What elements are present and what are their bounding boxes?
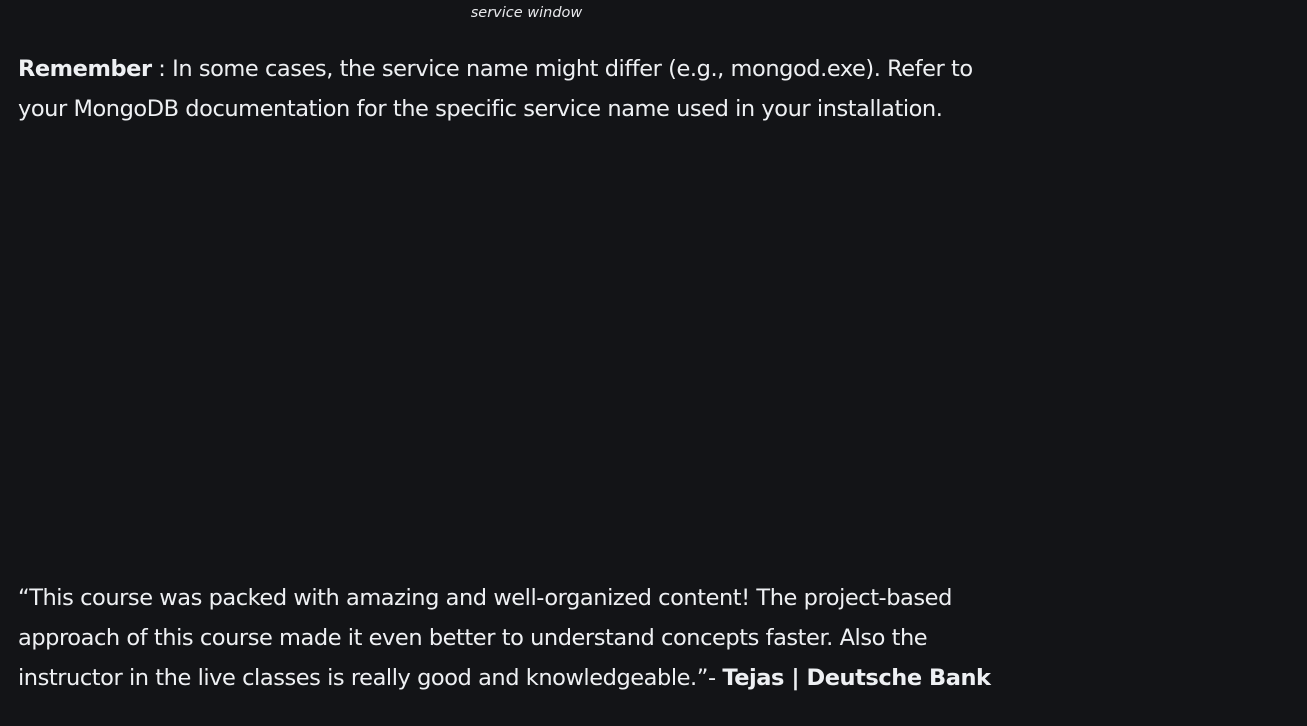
embedded-media-area — [18, 140, 1028, 560]
remember-text: : In some cases, the service name might … — [18, 56, 973, 122]
testimonial: “This course was packed with amazing and… — [18, 578, 1028, 698]
remember-note: Remember : In some cases, the service na… — [18, 49, 1028, 129]
remember-label: Remember — [18, 56, 152, 82]
image-caption: service window — [470, 5, 583, 21]
testimonial-author: Tejas | Deutsche Bank — [722, 665, 991, 691]
